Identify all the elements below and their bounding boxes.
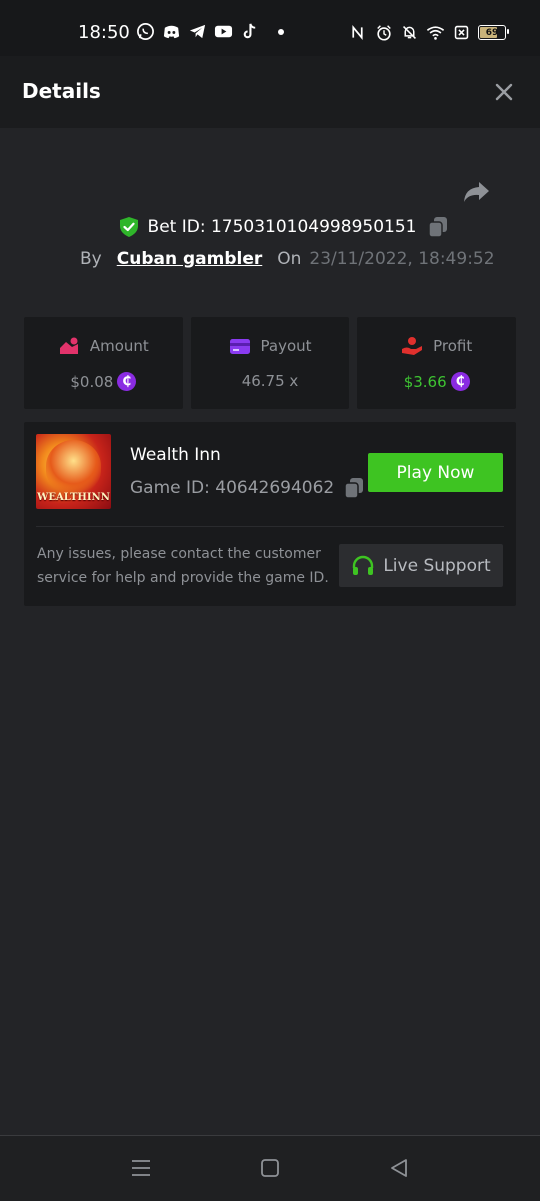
status-time: 18:50 [78, 22, 130, 43]
system-icons: 69 [348, 23, 509, 42]
bet-id-row: Bet ID: 1750310104998950151 [0, 216, 540, 238]
tiktok-icon [240, 22, 259, 41]
headset-icon [353, 555, 374, 575]
shield-check-icon [118, 216, 140, 238]
bet-author-row: By Cuban gambler On 23/11/2022, 18:49:52 [80, 249, 495, 269]
live-support-button[interactable]: Live Support [339, 544, 503, 587]
bet-stats: Amount $0.08 ₵ Payout 46.75 x Profit $3.… [24, 317, 517, 409]
game-id-row: Game ID: 40642694062 [130, 477, 364, 499]
close-icon[interactable] [492, 80, 516, 104]
telegram-icon [188, 22, 207, 41]
play-now-button[interactable]: Play Now [368, 453, 503, 492]
discord-icon [162, 22, 181, 41]
system-nav-bar [0, 1135, 540, 1201]
alarm-icon [374, 23, 393, 42]
copy-bet-id-icon[interactable] [428, 216, 448, 238]
mute-icon [400, 23, 419, 42]
home-icon[interactable] [258, 1156, 282, 1180]
by-label: By [80, 249, 102, 269]
game-name: Wealth Inn [130, 445, 221, 465]
coin-icon: ₵ [117, 372, 137, 391]
copy-game-id-icon[interactable] [344, 477, 364, 499]
wallet-hand-icon [59, 337, 78, 354]
amount-label: Amount [89, 337, 149, 355]
game-logo: WEALTHINN [37, 492, 110, 503]
nfc-icon [348, 23, 367, 42]
page-title: Details [22, 79, 101, 103]
battery-icon: 69 [478, 25, 509, 40]
payout-value: 46.75 x [241, 372, 299, 390]
game-card: WEALTHINN Wealth Inn Game ID: 4064269406… [24, 422, 516, 606]
card-icon [229, 339, 250, 354]
on-label: On [277, 249, 302, 269]
payout-stat: Payout 46.75 x [190, 317, 350, 409]
username-link[interactable]: Cuban gambler [117, 249, 263, 269]
profit-value: $3.66 [403, 372, 447, 391]
divider [36, 526, 504, 527]
amount-value: $0.08 [70, 372, 114, 391]
details-header: Details [0, 56, 540, 128]
back-icon[interactable] [387, 1156, 411, 1180]
coin-icon: ₵ [450, 372, 470, 391]
bet-date: 23/11/2022, 18:49:52 [309, 249, 495, 269]
profit-hand-icon [402, 337, 423, 355]
youtube-icon [214, 22, 233, 41]
live-support-label: Live Support [383, 555, 491, 576]
status-bar: 18:50 69 [0, 0, 540, 56]
game-art [46, 440, 101, 492]
payout-label: Payout [260, 337, 312, 355]
sim-off-icon [452, 23, 471, 42]
amount-stat: Amount $0.08 ₵ [24, 317, 183, 409]
help-text: Any issues, please contact the customer … [37, 546, 329, 586]
game-thumbnail[interactable]: WEALTHINN [36, 434, 111, 509]
bet-id: Bet ID: 1750310104998950151 [147, 217, 417, 237]
wifi-icon [426, 23, 445, 42]
battery-level: 69 [485, 27, 499, 38]
game-id: Game ID: 40642694062 [130, 478, 335, 498]
profit-stat: Profit $3.66 ₵ [357, 317, 517, 409]
whatsapp-icon [136, 22, 155, 41]
share-icon[interactable] [462, 179, 490, 205]
more-notifications-dot [278, 28, 284, 35]
notification-icons [136, 22, 284, 41]
profit-label: Profit [433, 337, 473, 355]
menu-icon[interactable] [129, 1156, 153, 1180]
